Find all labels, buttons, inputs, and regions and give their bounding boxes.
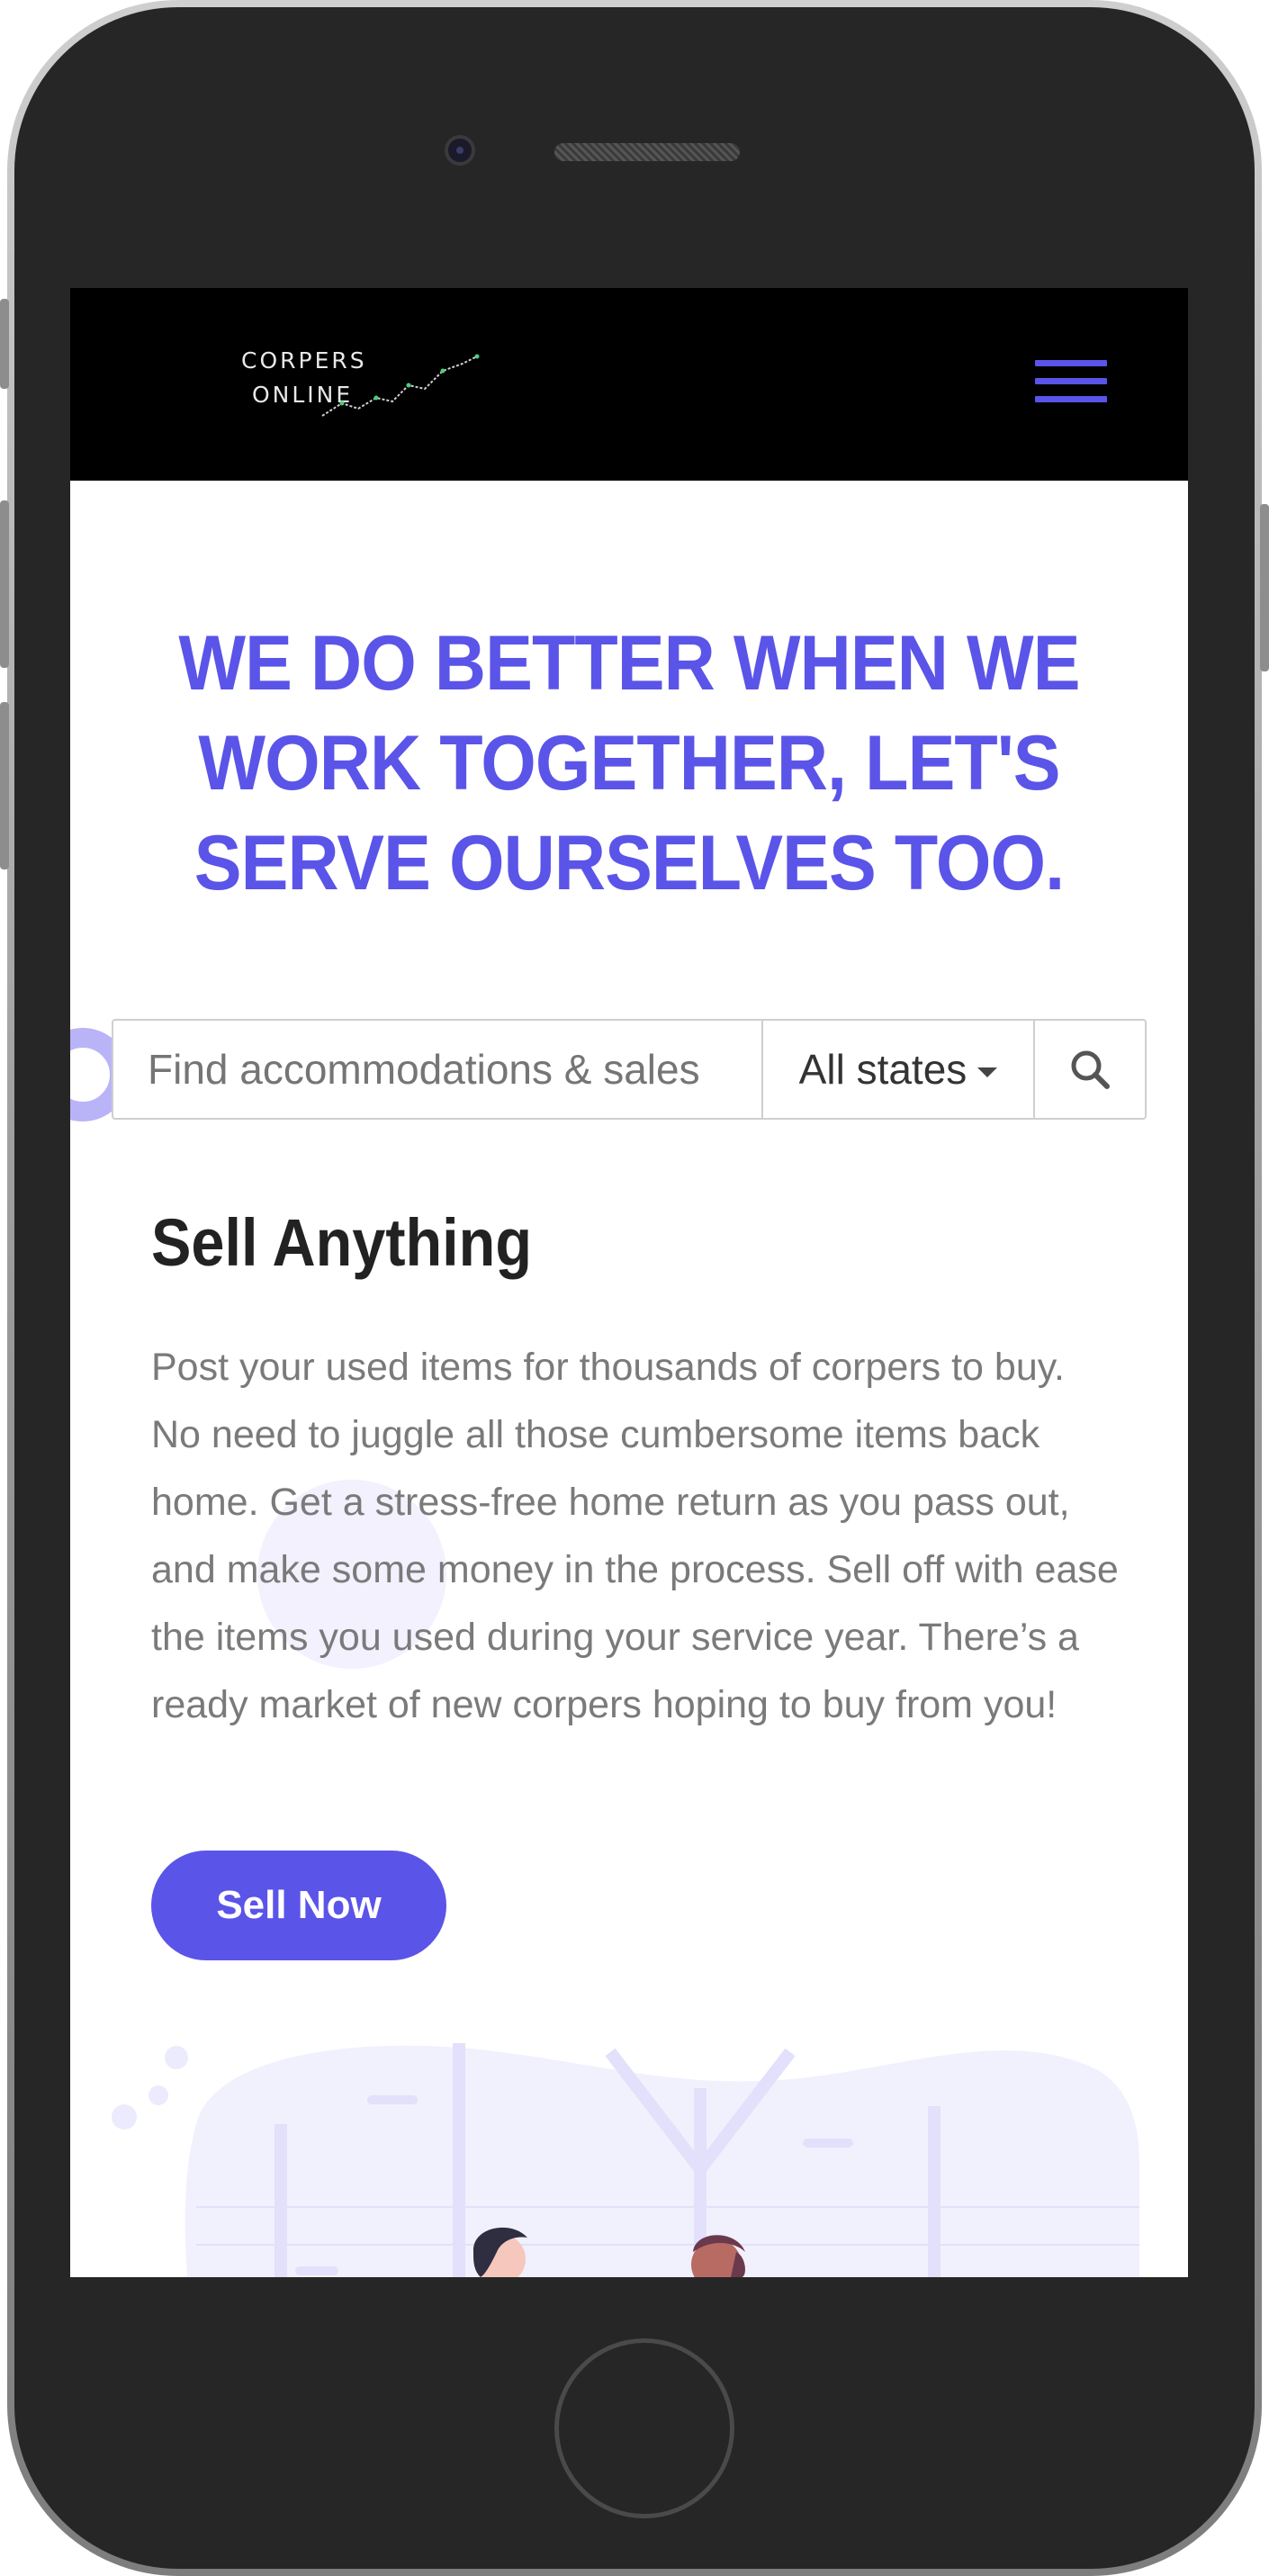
section-description: Post your used items for thousands of co… — [151, 1346, 1119, 1726]
search-icon — [1071, 1050, 1110, 1089]
hamburger-menu-icon[interactable] — [1035, 360, 1107, 410]
logo[interactable]: CORPERS ONLINE — [241, 344, 484, 434]
home-button[interactable] — [554, 2338, 734, 2518]
caret-down-icon — [977, 1067, 998, 1077]
navbar: CORPERS ONLINE — [70, 288, 1188, 481]
front-camera — [445, 135, 475, 166]
search-button[interactable] — [1033, 1021, 1145, 1118]
hero-title: WE DO BETTER WHEN WE WORK TOGETHER, LET'… — [178, 620, 1080, 906]
volume-down-button — [0, 702, 9, 869]
search-input[interactable] — [113, 1021, 761, 1118]
silent-switch — [0, 299, 9, 389]
person-right — [691, 2235, 745, 2277]
search-bar: All states — [112, 1019, 1147, 1120]
power-button — [1260, 504, 1269, 671]
sell-now-button[interactable]: Sell Now — [151, 1851, 446, 1960]
section-title: Sell Anything — [151, 1205, 533, 1280]
state-select[interactable]: All states — [761, 1021, 1033, 1118]
phone-screen: CORPERS ONLINE WE DO BETTER WHEN WE WORK… — [70, 288, 1188, 2277]
logo-graph-icon — [321, 354, 480, 417]
people-illustration — [112, 2043, 1139, 2277]
state-select-value: All states — [798, 1046, 968, 1093]
person-left — [472, 2227, 527, 2277]
earpiece-speaker — [554, 143, 740, 161]
volume-up-button — [0, 500, 9, 668]
